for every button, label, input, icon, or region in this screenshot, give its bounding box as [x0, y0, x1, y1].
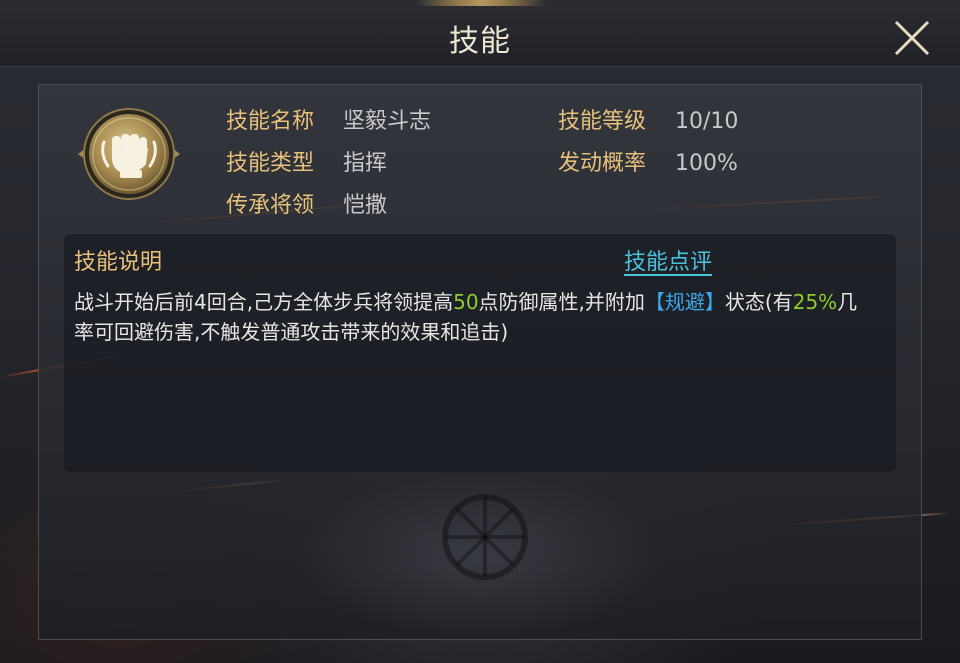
- inherit-general-value: 恺撒: [343, 193, 388, 218]
- fist-icon: [78, 108, 180, 200]
- skill-type-label: 技能类型: [226, 151, 315, 176]
- skill-description-title: 技能说明: [74, 250, 163, 275]
- evasion-chance-value: 25%: [792, 290, 838, 314]
- inherit-general-row: 传承将领 恺撒: [226, 187, 387, 219]
- skill-level-row: 技能等级 10/10: [558, 103, 738, 135]
- skill-description-text: 战斗开始后前4回合,己方全体步兵将领提高50点防御属性,并附加【规避】状态(有2…: [74, 287, 874, 347]
- skill-detail-screen: 技能 技能名称 坚毅斗志 技能类型 指挥 传承将领 恺撒 技能等级 10/10 …: [0, 0, 960, 663]
- skill-name-row: 技能名称 坚毅斗志: [226, 103, 431, 135]
- evasion-status-keyword[interactable]: 【规避】: [645, 290, 725, 314]
- wheel-silhouette: [442, 494, 528, 580]
- page-title: 技能: [449, 24, 511, 59]
- skill-level-value: 10/10: [675, 109, 739, 134]
- desc-segment: 状态(有: [724, 290, 793, 314]
- trigger-rate-value: 100%: [675, 151, 738, 176]
- header-ornament: [416, 0, 546, 6]
- skill-level-label: 技能等级: [558, 109, 647, 134]
- close-x-icon: [894, 20, 930, 56]
- skill-type-row: 技能类型 指挥: [226, 145, 387, 177]
- header-bar: 技能: [0, 0, 960, 67]
- skill-type-value: 指挥: [343, 151, 388, 176]
- skill-name-label: 技能名称: [226, 109, 315, 134]
- skill-review-link[interactable]: 技能点评: [624, 244, 712, 276]
- skill-description-box: [64, 234, 896, 472]
- defense-bonus-value: 50: [453, 290, 479, 314]
- skill-name-value: 坚毅斗志: [343, 109, 432, 134]
- inherit-general-label: 传承将领: [226, 193, 315, 218]
- trigger-rate-label: 发动概率: [558, 151, 647, 176]
- close-button[interactable]: [890, 16, 934, 60]
- trigger-rate-row: 发动概率 100%: [558, 145, 738, 177]
- desc-segment: 点防御属性,并附加: [478, 290, 645, 314]
- desc-segment: 战斗开始后前4回合,己方全体步兵将领提高: [74, 290, 454, 314]
